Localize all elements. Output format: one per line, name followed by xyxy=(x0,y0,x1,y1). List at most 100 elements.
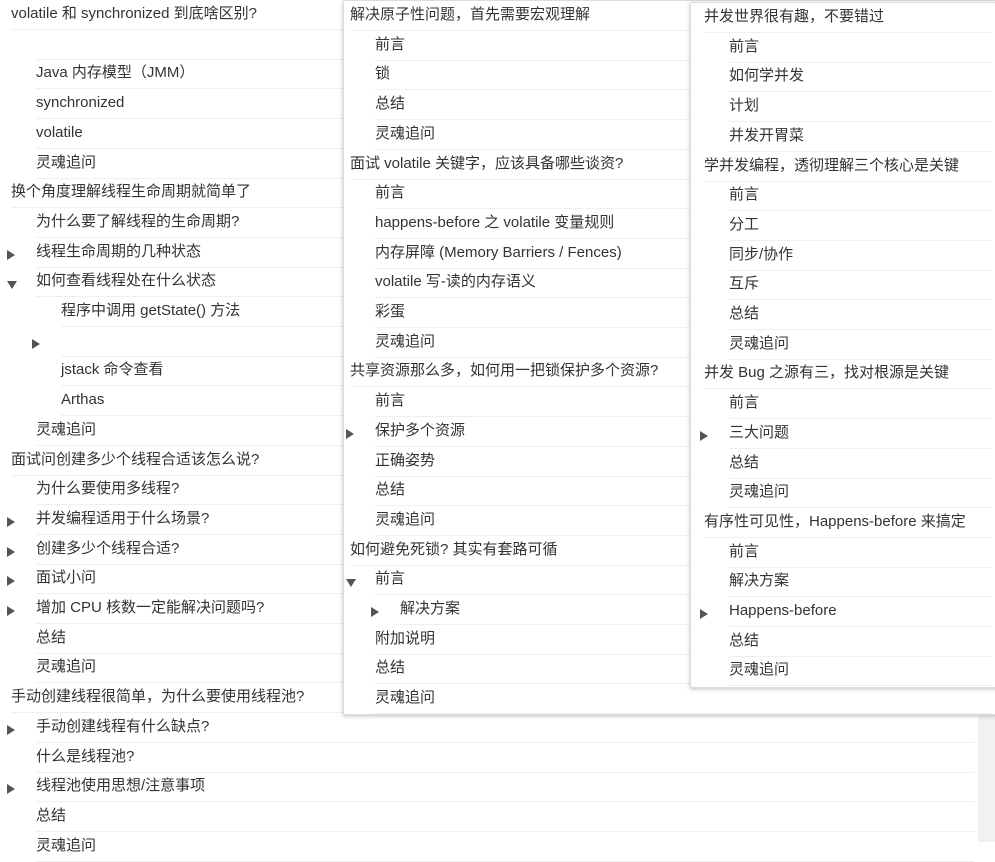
toc-item-label: 灵魂追问 xyxy=(375,332,436,350)
toc-item[interactable]: 灵魂追问 xyxy=(729,478,992,509)
toc-item-label: 内存屏障 (Memory Barriers / Fences) xyxy=(375,243,622,261)
toc-item-label: 前言 xyxy=(375,184,406,202)
toc-item-label: 如何查看线程处在什么状态 xyxy=(36,272,217,290)
toc-item-label: 并发 Bug 之源有三，找对根源是关键 xyxy=(704,364,950,382)
toc-item-label: Arthas xyxy=(61,391,105,409)
toc-item-label: 线程池使用思想/注意事项 xyxy=(36,777,206,795)
toc-item-label: 为什么要了解线程的生命周期? xyxy=(36,212,240,230)
toc-item[interactable]: 计划 xyxy=(729,92,992,123)
toc-item-label: 保护多个资源 xyxy=(375,421,466,439)
toc-item-label: 灵魂追问 xyxy=(36,658,97,676)
toc-item-label: 彩蛋 xyxy=(375,303,406,320)
toc-item[interactable]: 灵魂追问 xyxy=(729,330,992,360)
toc-item-label: 灵魂追问 xyxy=(375,124,436,142)
toc-item-label: 分工 xyxy=(729,215,760,233)
toc-item-label: 面试 volatile 关键字，应该具备哪些谈资? xyxy=(350,154,624,172)
toc-item-label: 什么是线程池? xyxy=(36,747,135,765)
toc-item[interactable]: 同步/协作 xyxy=(729,241,992,271)
toc-item-label: 同步/协作 xyxy=(729,245,794,263)
toc-item[interactable]: 分工 xyxy=(729,211,992,241)
toc-item-label: 灵魂追问 xyxy=(375,510,436,528)
toc-item[interactable]: 手动创建线程有什么缺点? xyxy=(7,713,974,743)
toc-item-label: 前言 xyxy=(375,35,406,53)
toc-item-label: 灵魂追问 xyxy=(729,661,790,679)
toc-item[interactable]: 解决方案 xyxy=(729,567,992,598)
toc-item-label: jstack 命令查看 xyxy=(61,361,164,379)
toc-item-label: 正确姿势 xyxy=(375,451,436,469)
toc-item-label: 手动创建线程有什么缺点? xyxy=(36,717,210,735)
toc-item-label: synchronized xyxy=(36,94,125,112)
toc-item[interactable]: 前言 xyxy=(729,181,992,212)
toc-item-label: 灵魂追问 xyxy=(729,334,790,352)
toc-item[interactable]: 灵魂追问 xyxy=(729,656,992,687)
toc-item-label: 前言 xyxy=(729,186,760,204)
toc-item[interactable]: 灵魂追问 xyxy=(36,832,974,862)
caret-right-icon[interactable] xyxy=(346,428,354,439)
toc-item-label: 解决方案 xyxy=(729,572,790,590)
toc-item[interactable]: 互斥 xyxy=(729,270,992,301)
toc-item-label: 锁 xyxy=(375,65,391,83)
toc-item[interactable]: 前言 xyxy=(729,538,992,568)
toc-item[interactable]: 总结 xyxy=(729,627,992,657)
caret-right-icon[interactable] xyxy=(371,607,379,617)
toc-item-label: 有序性可见性，Happens-before 来搞定 xyxy=(704,512,966,530)
toc-section-heading[interactable]: 有序性可见性，Happens-before 来搞定 xyxy=(704,508,992,538)
toc-item-label: 并发世界很有趣，不要错过 xyxy=(704,8,885,25)
caret-down-icon[interactable] xyxy=(346,579,356,588)
toc-item-label: 总结 xyxy=(36,806,67,824)
toc-item-label: 灵魂追问 xyxy=(375,689,436,707)
toc-item[interactable]: 总结 xyxy=(729,300,992,330)
toc-section-heading[interactable]: 并发世界很有趣，不要错过 xyxy=(704,3,992,33)
caret-right-icon[interactable] xyxy=(7,516,15,527)
toc-item-label: 总结 xyxy=(375,481,406,499)
caret-right-icon[interactable] xyxy=(7,576,15,587)
toc-item[interactable]: 灵魂追问 xyxy=(375,684,992,715)
toc-section-heading[interactable]: 并发 Bug 之源有三，找对根源是关键 xyxy=(704,359,992,390)
toc-item-label: 并发开胃菜 xyxy=(729,126,805,144)
toc-item-label: volatile xyxy=(36,123,83,141)
toc-item[interactable]: 线程池使用思想/注意事项 xyxy=(7,772,974,803)
toc-item-label: 附加说明 xyxy=(375,629,436,647)
toc-item-label: 换个角度理解线程生命周期就简单了 xyxy=(11,183,252,201)
toc-item-label: 总结 xyxy=(729,453,760,471)
toc-item[interactable]: 前言 xyxy=(729,389,992,420)
toc-item-label: 前言 xyxy=(729,542,760,560)
toc-item-label: 并发编程适用于什么场景? xyxy=(36,509,210,527)
toc-item-label: 共享资源那么多，如何用一把锁保护多个资源? xyxy=(350,362,659,380)
toc-item-label: Java 内存模型（JMM） xyxy=(36,64,195,82)
caret-right-icon[interactable] xyxy=(7,546,15,557)
toc-item-label: 如何学并发 xyxy=(729,67,805,85)
caret-right-icon[interactable] xyxy=(32,338,40,349)
toc-item[interactable]: 总结 xyxy=(36,802,974,832)
toc-item-label: volatile 写-读的内存语义 xyxy=(375,273,536,291)
toc-item-label: Happens-before xyxy=(729,602,837,619)
toc-item-label: 灵魂追问 xyxy=(36,420,97,438)
toc-item-label: 学并发编程，透彻理解三个核心是关键 xyxy=(704,156,960,174)
toc-item-label: 面试小问 xyxy=(36,569,97,587)
caret-right-icon[interactable] xyxy=(7,249,15,260)
toc-item[interactable]: 前言 xyxy=(729,33,992,63)
toc-item[interactable]: 如何学并发 xyxy=(729,62,992,93)
caret-right-icon[interactable] xyxy=(7,784,15,795)
toc-item[interactable]: Happens-before xyxy=(700,597,992,627)
toc-panel-right: 并发世界很有趣，不要错过 前言 如何学并发 计划 并发开胃菜 学并发编程，透彻理解三个核心… xyxy=(690,2,995,688)
toc-item-label: 创建多少个线程合适? xyxy=(36,539,180,557)
toc-item-label: volatile 和 synchronized 到底啥区别? xyxy=(11,5,257,22)
caret-right-icon[interactable] xyxy=(700,609,708,619)
toc-item[interactable]: 什么是线程池? xyxy=(36,743,974,773)
caret-right-icon[interactable] xyxy=(700,430,708,441)
caret-right-icon[interactable] xyxy=(7,606,15,616)
toc-item-label: 面试问创建多少个线程合适该怎么说? xyxy=(11,450,260,468)
toc-item-label: 程序中调用 getState() 方法 xyxy=(61,302,241,319)
toc-item[interactable]: 并发开胃菜 xyxy=(729,122,992,152)
toc-section-heading[interactable]: 学并发编程，透彻理解三个核心是关键 xyxy=(704,152,992,182)
caret-down-icon[interactable] xyxy=(7,281,17,290)
toc-item-label: 三大问题 xyxy=(729,423,790,441)
toc-item-label: 灵魂追问 xyxy=(729,483,790,501)
toc-item-label: 前言 xyxy=(729,394,760,412)
caret-right-icon[interactable] xyxy=(7,724,15,735)
toc-item[interactable]: 三大问题 xyxy=(700,419,992,449)
toc-item[interactable]: 总结 xyxy=(729,449,992,479)
toc-item-label: 总结 xyxy=(36,628,67,646)
toc-item-label: 灵魂追问 xyxy=(36,836,97,854)
